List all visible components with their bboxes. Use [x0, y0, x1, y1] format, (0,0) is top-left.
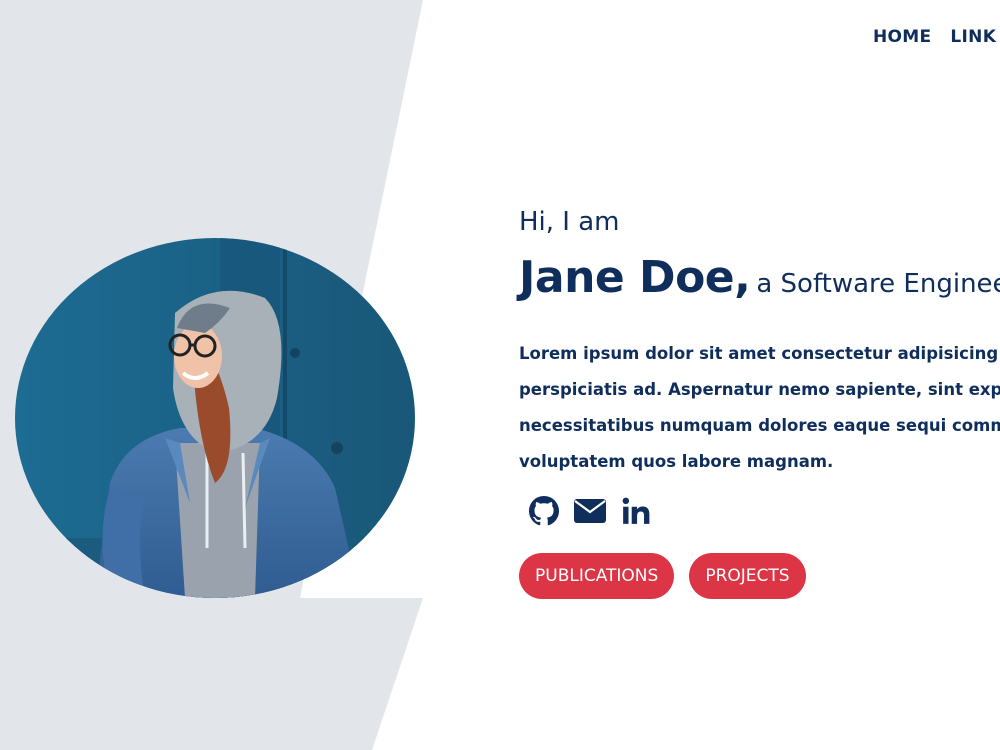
action-buttons: PUBLICATIONS PROJECTS	[519, 553, 806, 599]
publications-button[interactable]: PUBLICATIONS	[519, 553, 675, 599]
linkedin-icon[interactable]	[620, 494, 652, 528]
profile-photo	[15, 238, 415, 598]
nav-item-home[interactable]: HOME	[873, 27, 931, 47]
person-name: Jane Doe,	[519, 252, 751, 303]
top-nav: HOME LINK	[873, 27, 996, 47]
bio-line: voluptatem quos labore magnam.	[519, 452, 834, 471]
envelope-icon[interactable]	[574, 494, 606, 528]
bio-line: necessitatibus numquam dolores eaque seq…	[519, 416, 1000, 435]
social-links	[528, 494, 652, 528]
github-icon[interactable]	[528, 494, 560, 528]
person-role: a Software Engineer	[756, 269, 1000, 299]
bio-line: Lorem ipsum dolor sit amet consectetur a…	[519, 344, 1000, 363]
name-line: Jane Doe, a Software Engineer	[519, 250, 1000, 315]
page: HOME LINK Hi, I am Jane Doe, a Software …	[0, 0, 1000, 750]
greeting-text: Hi, I am	[519, 207, 620, 237]
profile-photo-illustration	[15, 238, 415, 598]
projects-button[interactable]: PROJECTS	[689, 553, 806, 599]
bio-line: perspiciatis ad. Aspernatur nemo sapient…	[519, 380, 1000, 399]
nav-item-link[interactable]: LINK	[950, 27, 996, 47]
bio-paragraph: Lorem ipsum dolor sit amet consectetur a…	[519, 336, 1000, 480]
hero-heading: Hi, I am Jane Doe, a Software Engineer	[519, 204, 1000, 315]
